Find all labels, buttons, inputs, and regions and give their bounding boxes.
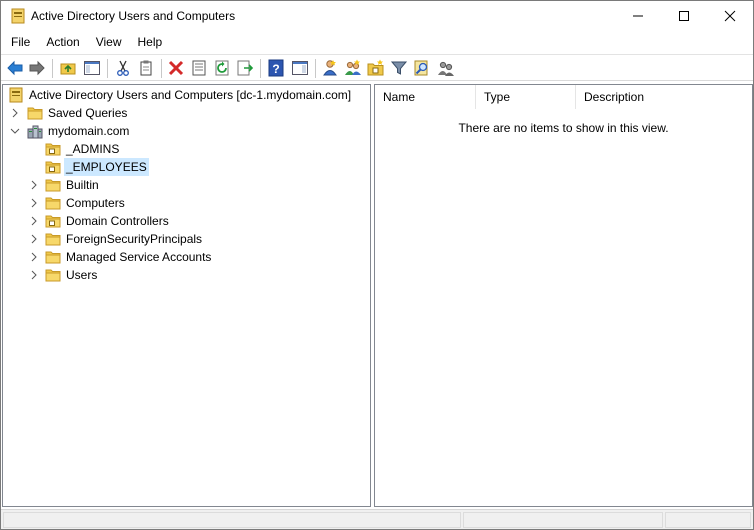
export-list-icon[interactable] (236, 59, 254, 77)
minimize-button[interactable] (615, 1, 661, 31)
tree-label-admins: _ADMINS (66, 142, 120, 156)
ou-folder-icon (45, 213, 61, 229)
folder-icon (45, 267, 61, 283)
close-button[interactable] (707, 1, 753, 31)
status-segment-main (3, 512, 461, 528)
up-folder-icon[interactable] (59, 59, 77, 77)
details-list-pane[interactable]: Name Type Description There are no items… (374, 84, 753, 507)
chevron-right-icon[interactable] (29, 230, 39, 248)
close-icon (724, 10, 736, 22)
tree-label-domain: mydomain.com (48, 124, 130, 138)
new-ou-icon[interactable] (367, 59, 385, 77)
cut-icon[interactable] (114, 59, 132, 77)
delete-icon[interactable] (167, 59, 185, 77)
chevron-right-icon[interactable] (29, 266, 39, 284)
chevron-down-icon[interactable] (10, 122, 20, 140)
show-hide-console-tree-icon[interactable] (83, 59, 101, 77)
console-tree-pane[interactable]: Active Directory Users and Computers [dc… (2, 84, 371, 507)
status-bar (1, 509, 753, 529)
tree-label-builtin: Builtin (66, 178, 99, 192)
tree-item-computers[interactable]: Computers (26, 194, 226, 212)
add-to-group-icon[interactable] (437, 59, 455, 77)
show-hide-action-pane-icon[interactable] (291, 59, 309, 77)
tree-label-computers: Computers (66, 196, 125, 210)
empty-list-message: There are no items to show in this view. (458, 121, 669, 135)
folder-icon (45, 249, 61, 265)
tree-item-foreign-security-principals[interactable]: ForeignSecurityPrincipals (26, 230, 266, 248)
tree-item-admins[interactable]: _ADMINS (26, 140, 226, 158)
title-bar[interactable]: Active Directory Users and Computers (1, 1, 753, 31)
folder-icon (45, 177, 61, 193)
column-header-description[interactable]: Description (576, 85, 752, 109)
minimize-icon (633, 15, 643, 17)
chevron-right-icon[interactable] (29, 176, 39, 194)
chevron-right-icon[interactable] (10, 104, 20, 122)
tree-label-foreign-security-principals: ForeignSecurityPrincipals (66, 232, 203, 246)
folder-icon (27, 105, 43, 121)
menu-bar: File Action View Help (1, 32, 753, 53)
tree-item-domain[interactable]: mydomain.com (7, 122, 207, 140)
find-icon[interactable] (413, 59, 431, 77)
aduc-app-icon (10, 8, 26, 24)
refresh-icon[interactable] (213, 59, 231, 77)
domain-icon (27, 123, 43, 139)
chevron-right-icon[interactable] (29, 212, 39, 230)
column-header-type[interactable]: Type (476, 85, 576, 109)
tree-item-saved-queries[interactable]: Saved Queries (7, 104, 207, 122)
tree-label-employees: _EMPLOYEES (64, 158, 149, 176)
chevron-right-icon[interactable] (29, 248, 39, 266)
svg-text:?: ? (272, 62, 279, 76)
menu-file[interactable]: File (1, 32, 38, 53)
copy-icon[interactable] (137, 59, 155, 77)
tree-label-domain-controllers: Domain Controllers (66, 214, 169, 228)
tree-label-saved-queries: Saved Queries (48, 106, 128, 120)
maximize-icon (679, 11, 689, 21)
help-icon[interactable]: ? (267, 59, 285, 77)
chevron-right-icon[interactable] (29, 194, 39, 212)
filter-icon[interactable] (390, 59, 408, 77)
main-window: Active Directory Users and Computers Fil… (0, 0, 754, 530)
folder-icon (45, 195, 61, 211)
status-segment-right (665, 512, 751, 528)
tree-label-users: Users (66, 268, 98, 282)
tree-item-domain-controllers[interactable]: Domain Controllers (26, 212, 246, 230)
column-header-name[interactable]: Name (375, 85, 476, 109)
new-user-icon[interactable] (321, 59, 339, 77)
aduc-root-icon (8, 87, 24, 103)
back-arrow-icon[interactable] (6, 59, 24, 77)
menu-action[interactable]: Action (38, 32, 87, 53)
toolbar: ? (1, 54, 753, 81)
tree-label-root: Active Directory Users and Computers [dc… (29, 88, 352, 102)
menu-view[interactable]: View (88, 32, 130, 53)
status-segment-middle (463, 512, 663, 528)
ou-folder-icon (45, 141, 61, 157)
tree-label-managed-service-accounts: Managed Service Accounts (66, 250, 212, 264)
menu-help[interactable]: Help (130, 32, 171, 53)
ou-folder-icon (45, 159, 61, 175)
window-title: Active Directory Users and Computers (31, 9, 236, 23)
list-header: Name Type Description (375, 85, 752, 109)
tree-item-root[interactable]: Active Directory Users and Computers [dc… (7, 86, 367, 104)
forward-arrow-icon[interactable] (28, 59, 46, 77)
properties-icon[interactable] (190, 59, 208, 77)
folder-icon (45, 231, 61, 247)
tree-item-employees[interactable]: _EMPLOYEES (26, 158, 226, 176)
tree-item-builtin[interactable]: Builtin (26, 176, 226, 194)
tree-item-users[interactable]: Users (26, 266, 226, 284)
tree-item-managed-service-accounts[interactable]: Managed Service Accounts (26, 248, 266, 266)
new-group-icon[interactable] (344, 59, 362, 77)
maximize-button[interactable] (661, 1, 707, 31)
